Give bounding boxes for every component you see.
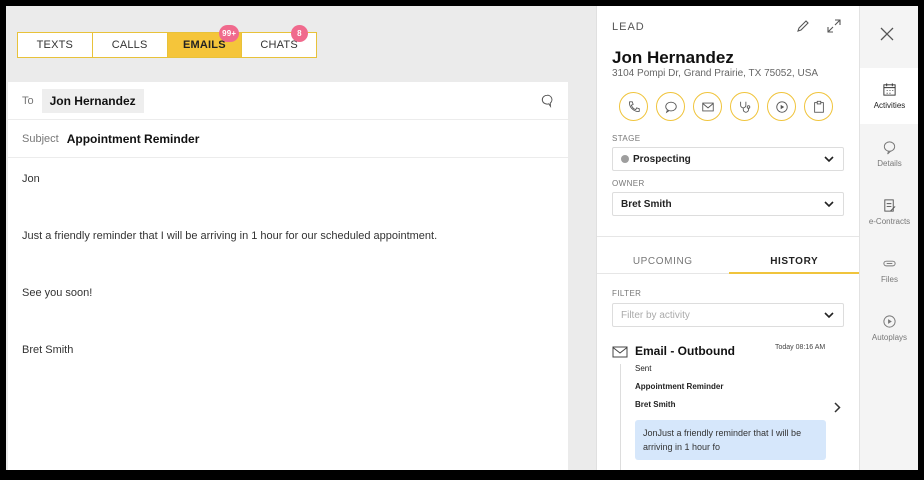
rail-label: Files [881,275,898,284]
email-preview[interactable]: JonJust a friendly reminder that I will … [635,420,826,460]
contract-icon [884,199,896,212]
divider [597,236,860,237]
stage-dot [621,155,629,163]
lead-panel: LEAD Jon Hernandez 3104 Pompi Dr, Grand … [596,6,860,470]
activity-subject: Appointment Reminder [635,382,724,391]
lead-kicker: LEAD [612,21,645,33]
activity-timestamp: Today 08:16 AM [775,344,826,351]
tab-chats[interactable]: CHATS 8 [242,25,316,57]
body-line: Just a friendly reminder that I will be … [22,230,438,242]
lead-actions [619,92,833,121]
tab-upcoming[interactable]: UPCOMING [597,250,729,274]
owner-label: OWNER [612,179,645,188]
lead-name: Jon Hernandez [612,48,734,67]
channel-tabs: TEXTS CALLS EMAILS 99+ CHATS 8 [17,25,317,58]
rail-label: Activities [873,101,906,110]
body-line: See you soon! [22,287,93,299]
lead-address: 3104 Pompi Dr, Grand Prairie, TX 75052, … [612,68,819,79]
body-line: Bret Smith [22,344,74,356]
call-button[interactable] [619,92,648,121]
tab-texts[interactable]: TEXTS [18,33,93,57]
timeline-line [620,364,621,470]
email-compose-panel: To Jon Hernandez Subject Appointment Rem… [8,82,568,470]
chevron-down-icon [824,201,834,208]
text-button[interactable] [656,92,685,121]
tab-label: CALLS [111,39,148,51]
chat-bubble-icon [664,101,677,113]
activity-subtabs: UPCOMING HISTORY [597,250,860,274]
filter-label: FILTER [612,289,642,298]
filter-select[interactable]: Filter by activity [612,303,844,327]
stethoscope-icon [739,101,750,113]
rail-item-autoplays[interactable]: Autoplays [860,300,918,356]
tab-label: EMAILS [182,39,226,51]
rail-item-econtracts[interactable]: e-Contracts [860,184,918,240]
chats-count-badge: 8 [291,25,308,42]
activity-status: Sent [635,364,652,373]
close-icon[interactable] [879,26,895,42]
rail-item-activities[interactable]: Activities [860,68,918,124]
chevron-right-icon[interactable] [834,402,841,413]
owner-select[interactable]: Bret Smith [612,192,844,216]
right-rail: Activities Details e-Contracts Files Aut… [859,6,918,470]
task-button[interactable] [804,92,833,121]
owner-value: Bret Smith [621,198,672,210]
tab-history[interactable]: HISTORY [728,250,860,274]
subject-value[interactable]: Appointment Reminder [67,132,200,146]
chat-bubble-icon[interactable] [540,94,554,108]
subject-label: Subject [22,132,59,145]
stage-select[interactable]: Prospecting [612,147,844,171]
chevron-down-icon [824,312,834,319]
emails-count-badge: 99+ [219,25,240,42]
app-window: TEXTS CALLS EMAILS 99+ CHATS 8 To Jon Hern… [6,6,918,470]
rail-label: e-Contracts [868,217,911,226]
paperclip-icon [883,260,896,267]
stage-value: Prospecting [633,153,691,165]
body-line: Jon [22,173,40,185]
clipboard-icon [813,100,824,113]
mail-icon [701,102,714,111]
rail-label: Details [877,159,902,168]
appointment-button[interactable] [730,92,759,121]
autoplay-icon [883,315,896,328]
rail-item-files[interactable]: Files [860,242,918,298]
rail-item-details[interactable]: Details [860,126,918,182]
to-row: To Jon Hernandez [8,82,568,120]
play-icon [775,100,788,113]
phone-icon [628,100,640,112]
pencil-icon[interactable] [795,18,811,34]
to-label: To [22,94,34,107]
stage-label: STAGE [612,134,641,143]
email-body[interactable]: Jon Just a friendly reminder that I will… [8,158,568,414]
chevron-down-icon [824,156,834,163]
expand-icon[interactable] [826,18,842,34]
speech-bubble-icon [883,141,896,155]
subject-row[interactable]: Subject Appointment Reminder [8,120,568,158]
tab-calls[interactable]: CALLS [93,33,168,57]
autoplay-button[interactable] [767,92,796,121]
tab-label: TEXTS [36,39,74,51]
email-button[interactable] [693,92,722,121]
activity-author: Bret Smith [635,400,676,409]
recipient-chip[interactable]: Jon Hernandez [41,88,144,113]
tab-label: CHATS [260,39,298,51]
filter-placeholder: Filter by activity [621,309,690,321]
rail-label: Autoplays [871,333,908,342]
mail-icon [612,346,628,358]
calendar-icon [883,83,896,96]
tab-emails[interactable]: EMAILS 99+ [167,25,243,57]
activity-title[interactable]: Email - Outbound [635,344,735,358]
